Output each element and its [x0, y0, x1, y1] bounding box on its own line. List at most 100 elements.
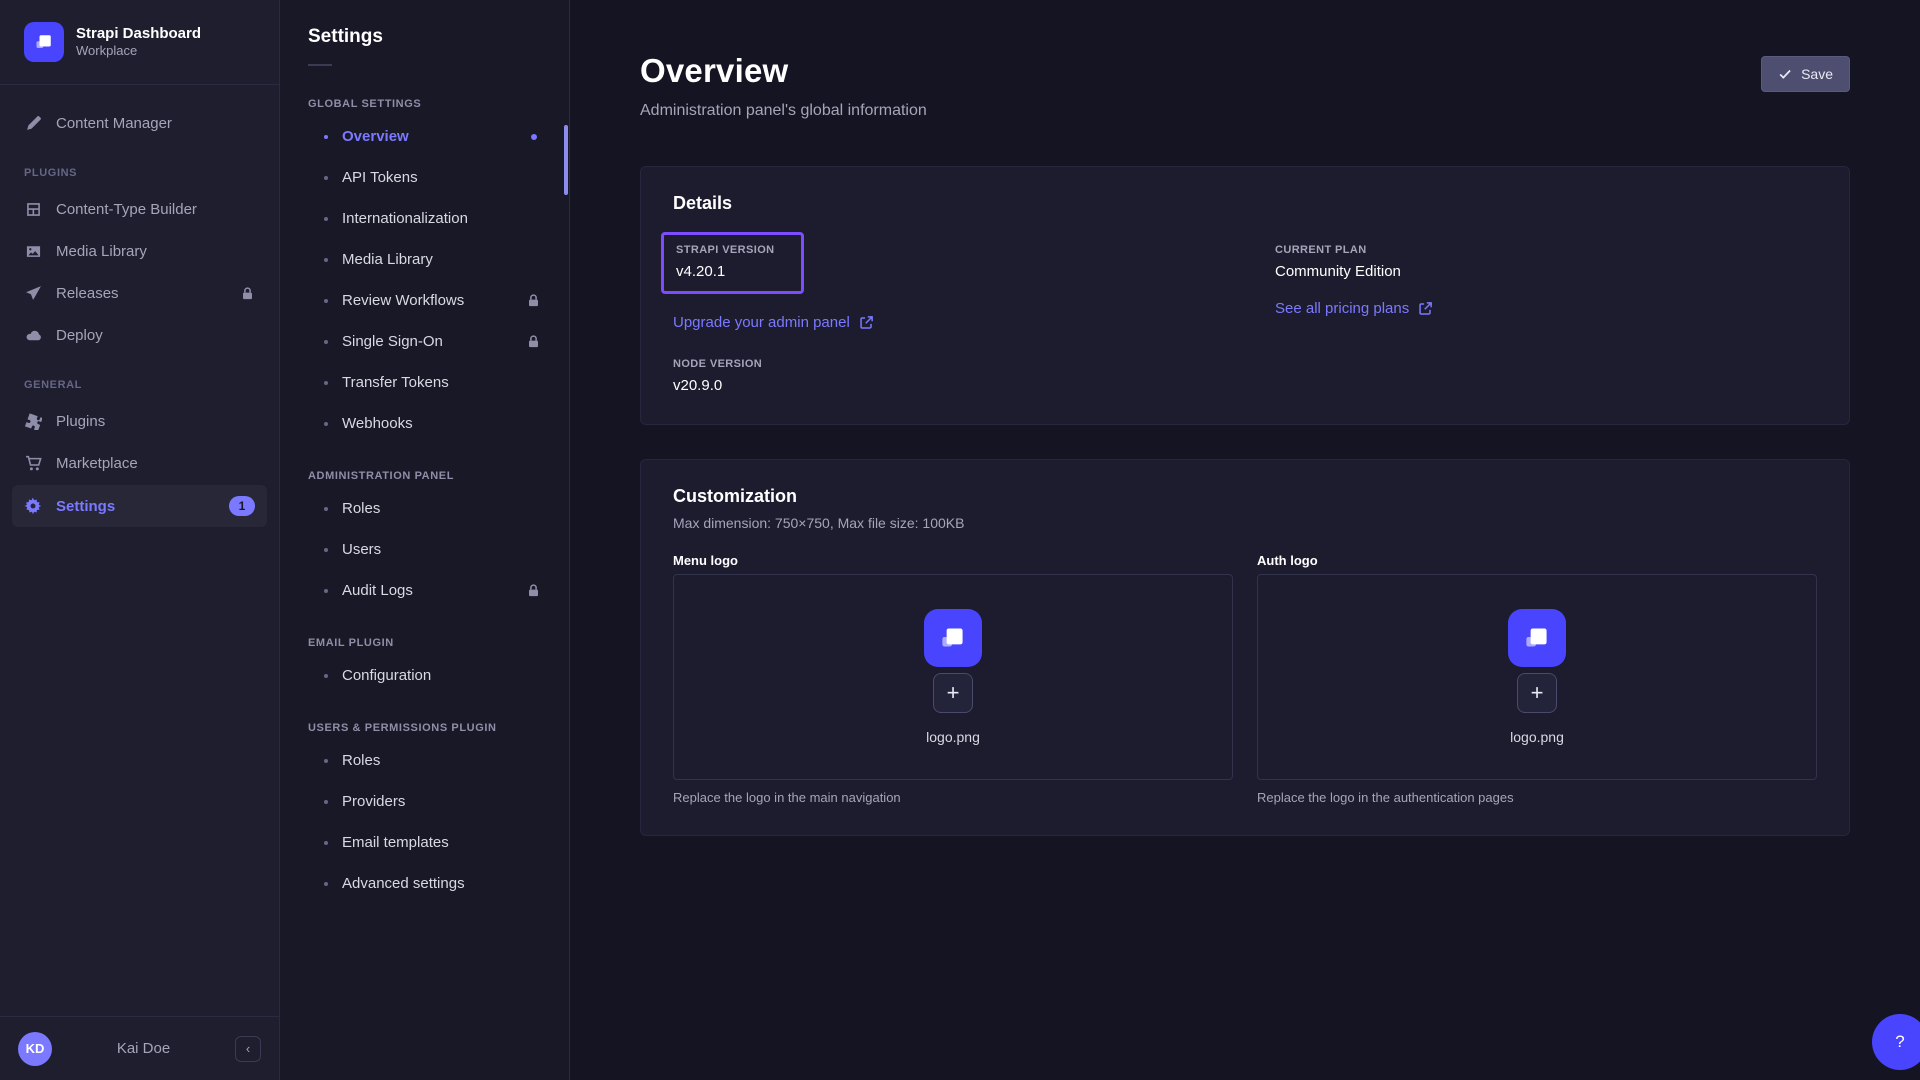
sidebar-item-deploy[interactable]: Deploy — [12, 315, 267, 355]
bullet-icon — [324, 674, 328, 678]
sidebar-item-label: Plugins — [56, 413, 105, 430]
subnav-item-label: Users — [342, 541, 381, 558]
user-name: Kai Doe — [64, 1040, 223, 1057]
bullet-icon — [324, 340, 328, 344]
subnav-item-label: Advanced settings — [342, 875, 465, 892]
subnav-item-label: Email templates — [342, 834, 449, 851]
subnav-item-label: Roles — [342, 500, 380, 517]
menu-logo-caption: Replace the logo in the main navigation — [673, 790, 1233, 805]
current-plan-label: CURRENT PLAN — [1275, 244, 1817, 256]
subnav-divider — [308, 64, 332, 66]
subnav-item-providers[interactable]: Providers — [280, 781, 569, 822]
subnav-title: Settings — [280, 26, 569, 48]
sidebar-item-label: Releases — [56, 285, 119, 302]
subnav-section-email-plugin: EMAIL PLUGIN — [280, 611, 569, 655]
cloud-icon — [24, 326, 42, 344]
subnav-item-api-tokens[interactable]: API Tokens — [280, 157, 569, 198]
sidebar-item-label: Settings — [56, 498, 115, 515]
bullet-icon — [324, 759, 328, 763]
subnav-item-advanced-settings[interactable]: Advanced settings — [280, 863, 569, 904]
menu-logo-dropzone[interactable]: + logo.png — [673, 574, 1233, 780]
upgrade-admin-panel-link[interactable]: Upgrade your admin panel — [673, 314, 874, 331]
help-button[interactable]: ? — [1872, 1014, 1920, 1070]
subnav-item-overview[interactable]: Overview — [280, 116, 569, 157]
bullet-icon — [324, 548, 328, 552]
subnav-item-audit-logs[interactable]: Audit Logs — [280, 570, 569, 611]
bullet-icon — [324, 258, 328, 262]
bullet-icon — [324, 507, 328, 511]
sidebar-item-media-library[interactable]: Media Library — [12, 231, 267, 271]
settings-subnav: Settings GLOBAL SETTINGS Overview API To… — [280, 0, 570, 1080]
strapi-logo-icon — [1508, 609, 1566, 667]
auth-logo-dropzone[interactable]: + logo.png — [1257, 574, 1817, 780]
subnav-item-label: Providers — [342, 793, 405, 810]
question-mark-icon: ? — [1895, 1032, 1904, 1052]
sidebar-item-label: Deploy — [56, 327, 103, 344]
subnav-item-label: Single Sign-On — [342, 333, 443, 350]
sidebar-section-plugins: PLUGINS — [12, 145, 267, 189]
sidebar-item-label: Marketplace — [56, 455, 138, 472]
auth-logo-filename: logo.png — [1510, 729, 1564, 745]
upgrade-link-label: Upgrade your admin panel — [673, 314, 850, 331]
add-auth-logo-button[interactable]: + — [1517, 673, 1557, 713]
menu-logo-label: Menu logo — [673, 553, 1233, 568]
workspace-brand[interactable]: Strapi Dashboard Workplace — [0, 0, 279, 85]
sidebar-item-settings[interactable]: Settings 1 — [12, 485, 267, 527]
strapi-version-value: v4.20.1 — [676, 263, 775, 280]
sidebar-item-marketplace[interactable]: Marketplace — [12, 443, 267, 483]
subnav-item-admin-users[interactable]: Users — [280, 529, 569, 570]
check-icon — [1778, 67, 1792, 81]
workspace-subtitle: Workplace — [76, 43, 201, 59]
subnav-item-label: Transfer Tokens — [342, 374, 449, 391]
details-right-column: CURRENT PLAN Community Edition See all p… — [1275, 232, 1817, 394]
main-sidebar: Strapi Dashboard Workplace Content Manag… — [0, 0, 280, 1080]
add-menu-logo-button[interactable]: + — [933, 673, 973, 713]
collapse-sidebar-button[interactable]: ‹ — [235, 1036, 261, 1062]
subnav-item-transfer-tokens[interactable]: Transfer Tokens — [280, 362, 569, 403]
save-button[interactable]: Save — [1761, 56, 1850, 92]
subnav-item-label: Audit Logs — [342, 582, 413, 599]
subnav-section-users-permissions-plugin: USERS & PERMISSIONS PLUGIN — [280, 696, 569, 740]
subnav-item-label: Webhooks — [342, 415, 413, 432]
sidebar-item-releases[interactable]: Releases — [12, 273, 267, 313]
menu-logo-section: Menu logo + logo.png Replace the logo in… — [673, 553, 1233, 805]
external-link-icon — [859, 315, 874, 330]
bullet-icon — [324, 217, 328, 221]
bullet-icon — [324, 841, 328, 845]
puzzle-icon — [24, 412, 42, 430]
sidebar-item-plugins[interactable]: Plugins — [12, 401, 267, 441]
subnav-item-admin-roles[interactable]: Roles — [280, 488, 569, 529]
user-avatar[interactable]: KD — [18, 1032, 52, 1066]
unsaved-dot-icon — [531, 134, 537, 140]
pen-icon — [24, 114, 42, 132]
subnav-item-up-roles[interactable]: Roles — [280, 740, 569, 781]
subnav-item-configuration[interactable]: Configuration — [280, 655, 569, 696]
subnav-item-internationalization[interactable]: Internationalization — [280, 198, 569, 239]
strapi-version-label: STRAPI VERSION — [676, 244, 775, 256]
subnav-item-review-workflows[interactable]: Review Workflows — [280, 280, 569, 321]
subnav-section-administration-panel: ADMINISTRATION PANEL — [280, 444, 569, 488]
subnav-section-global-settings: GLOBAL SETTINGS — [280, 72, 569, 116]
gear-icon — [24, 497, 42, 515]
sidebar-item-content-type-builder[interactable]: Content-Type Builder — [12, 189, 267, 229]
subnav-item-email-templates[interactable]: Email templates — [280, 822, 569, 863]
cart-icon — [24, 454, 42, 472]
bullet-icon — [324, 299, 328, 303]
page-title: Overview — [640, 52, 927, 90]
lock-icon — [526, 334, 541, 349]
subnav-item-single-sign-on[interactable]: Single Sign-On — [280, 321, 569, 362]
logo-grid: Menu logo + logo.png Replace the logo in… — [673, 553, 1817, 805]
pricing-plans-link[interactable]: See all pricing plans — [1275, 300, 1433, 317]
sidebar-item-content-manager[interactable]: Content Manager — [12, 103, 267, 143]
subnav-item-webhooks[interactable]: Webhooks — [280, 403, 569, 444]
pricing-link-label: See all pricing plans — [1275, 300, 1409, 317]
current-plan-field: CURRENT PLAN Community Edition — [1275, 244, 1817, 280]
bullet-icon — [324, 882, 328, 886]
node-version-field: NODE VERSION v20.9.0 — [673, 358, 1215, 394]
sidebar-section-general: GENERAL — [12, 357, 267, 401]
strapi-logo-icon — [924, 609, 982, 667]
subnav-item-media-library[interactable]: Media Library — [280, 239, 569, 280]
bullet-icon — [324, 381, 328, 385]
subnav-item-label: Internationalization — [342, 210, 468, 227]
external-link-icon — [1418, 301, 1433, 316]
